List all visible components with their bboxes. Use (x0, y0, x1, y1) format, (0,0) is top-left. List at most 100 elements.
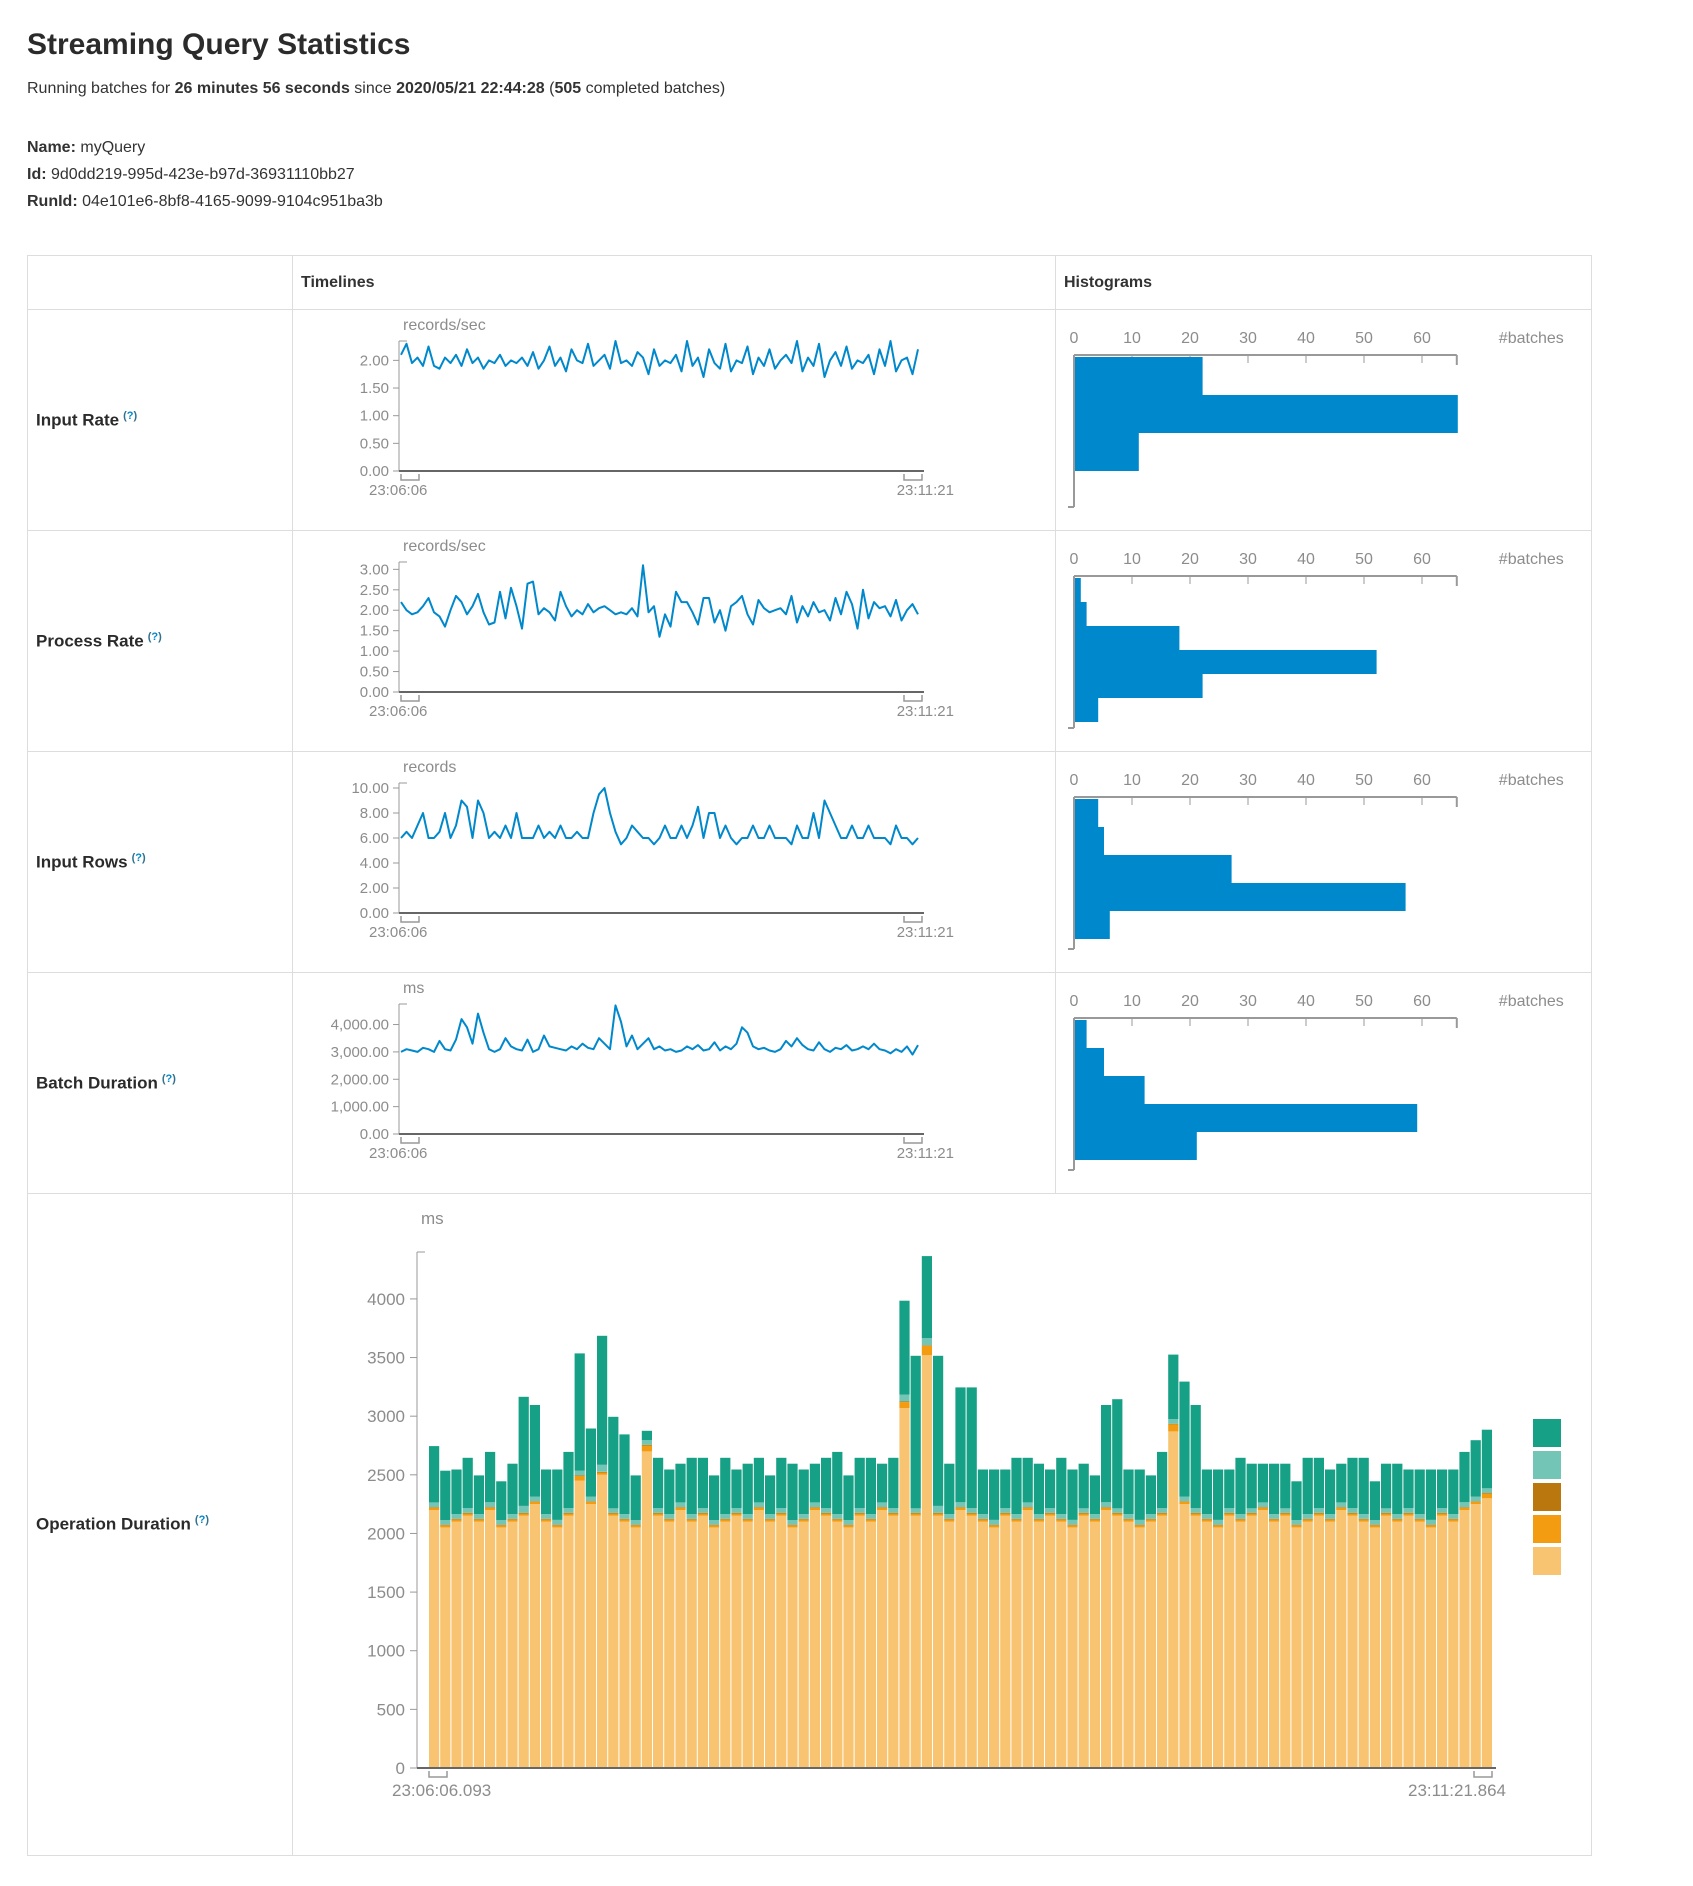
svg-text:#batches: #batches (1499, 551, 1564, 568)
batch-duration-timeline-chart[interactable]: ms0.001,000.002,000.003,000.004,000.0023… (299, 978, 959, 1183)
legend-swatch-tan (1533, 1547, 1561, 1575)
query-id-label: Id: (27, 166, 47, 183)
process-rate-timeline-chart[interactable]: records/sec0.000.501.001.502.002.503.002… (299, 536, 959, 741)
batch-duration-timeline-cell: ms0.001,000.002,000.003,000.004,000.0023… (293, 973, 1056, 1194)
svg-text:4.00: 4.00 (360, 855, 389, 872)
svg-text:3,000.00: 3,000.00 (331, 1044, 389, 1061)
svg-text:records: records (403, 759, 456, 776)
operation-duration-label: Operation Duration (36, 1515, 191, 1534)
svg-text:2.00: 2.00 (360, 352, 389, 369)
svg-text:ms: ms (403, 980, 424, 997)
svg-text:60: 60 (1413, 772, 1431, 789)
summary-batch-count: 505 (554, 80, 581, 97)
input-rows-histogram-chart[interactable]: 0102030405060#batches (1062, 757, 1586, 962)
svg-text:0.50: 0.50 (360, 664, 389, 681)
svg-text:1.50: 1.50 (360, 380, 389, 397)
histograms-column-header: Histograms (1056, 256, 1592, 310)
streaming-query-statistics-page: Streaming Query Statistics Running batch… (0, 0, 1693, 1886)
svg-text:ms: ms (421, 1209, 444, 1228)
svg-text:1.50: 1.50 (360, 623, 389, 640)
operation-duration-row: Operation Duration(?) ms0500100015002000… (28, 1194, 1592, 1856)
svg-text:50: 50 (1355, 330, 1373, 347)
svg-text:23:06:06: 23:06:06 (369, 482, 427, 499)
svg-text:20: 20 (1181, 330, 1199, 347)
svg-text:10.00: 10.00 (351, 780, 389, 797)
svg-text:23:11:21.864: 23:11:21.864 (1408, 1781, 1506, 1800)
svg-text:1.00: 1.00 (360, 408, 389, 425)
query-metadata: Name: myQuery Id: 9d0dd219-995d-423e-b97… (27, 134, 1666, 215)
svg-text:0: 0 (1070, 993, 1079, 1010)
process-rate-timeline-cell: records/sec0.000.501.001.502.002.503.002… (293, 531, 1056, 752)
process-rate-label-cell: Process Rate(?) (28, 531, 293, 752)
running-batches-summary: Running batches for 26 minutes 56 second… (27, 80, 1666, 98)
svg-text:#batches: #batches (1499, 772, 1564, 789)
statistics-table: Timelines Histograms Input Rate (?) recor… (27, 255, 1592, 1856)
input-rows-timeline-chart[interactable]: records0.002.004.006.008.0010.0023:06:06… (299, 757, 959, 962)
operation-duration-help-icon[interactable]: (?) (195, 1514, 209, 1526)
input-rate-help-icon[interactable]: (?) (123, 410, 137, 422)
svg-text:40: 40 (1297, 993, 1315, 1010)
operation-duration-label-cell: Operation Duration (?) (28, 1194, 293, 1856)
svg-text:40: 40 (1297, 772, 1315, 789)
svg-text:23:11:21: 23:11:21 (897, 703, 954, 720)
input-rate-row: Input Rate(?) records/sec0.000.501.001.5… (28, 310, 1592, 531)
process-rate-histogram-chart[interactable]: 0102030405060#batches (1062, 536, 1586, 741)
process-rate-row: Process Rate(?) records/sec0.000.501.001… (28, 531, 1592, 752)
summary-open-paren: ( (545, 80, 555, 97)
svg-text:50: 50 (1355, 993, 1373, 1010)
svg-text:1.00: 1.00 (360, 643, 389, 660)
svg-text:1,000.00: 1,000.00 (331, 1099, 389, 1116)
summary-timestamp: 2020/05/21 22:44:28 (396, 80, 545, 97)
input-rate-timeline-chart[interactable]: records/sec0.000.501.001.502.0023:06:062… (299, 315, 959, 520)
input-rate-histogram-chart[interactable]: 0102030405060#batches (1062, 315, 1586, 520)
svg-text:10: 10 (1123, 772, 1141, 789)
svg-text:60: 60 (1413, 551, 1431, 568)
input-rate-label: Input Rate (36, 410, 119, 429)
batch-duration-row: Batch Duration(?) ms 0.00 1,000.00 2,000.00… (28, 973, 1592, 1194)
process-rate-help-icon[interactable]: (?) (148, 631, 162, 643)
svg-text:#batches: #batches (1499, 330, 1564, 347)
svg-text:0.00: 0.00 (360, 1126, 389, 1143)
input-rows-row: Input Rows(?) records0.002.004.006.008.0… (28, 752, 1592, 973)
svg-text:0: 0 (396, 1759, 405, 1778)
svg-text:30: 30 (1239, 993, 1257, 1010)
query-id-row: Id: 9d0dd219-995d-423e-b97d-36931110bb27 (27, 161, 1666, 188)
svg-text:50: 50 (1355, 551, 1373, 568)
input-rate-timeline-cell: records/sec0.000.501.001.502.0023:06:062… (293, 310, 1056, 531)
svg-text:30: 30 (1239, 551, 1257, 568)
batch-duration-histogram-cell: 0102030405060#batches (1056, 973, 1592, 1194)
batch-duration-histogram-chart[interactable]: 0102030405060#batches (1062, 978, 1586, 1183)
svg-text:3000: 3000 (367, 1407, 405, 1426)
svg-text:1000: 1000 (367, 1642, 405, 1661)
svg-text:23:06:06: 23:06:06 (369, 924, 427, 941)
svg-text:4000: 4000 (367, 1290, 405, 1309)
svg-text:6.00: 6.00 (360, 830, 389, 847)
svg-text:2,000.00: 2,000.00 (331, 1071, 389, 1088)
process-rate-histogram-cell: 0102030405060#batches (1056, 531, 1592, 752)
svg-text:10: 10 (1123, 993, 1141, 1010)
svg-text:40: 40 (1297, 551, 1315, 568)
svg-text:23:06:06: 23:06:06 (369, 1145, 427, 1162)
svg-text:8.00: 8.00 (360, 805, 389, 822)
timelines-column-header: Timelines (293, 256, 1056, 310)
legend-swatch-orange (1533, 1515, 1561, 1543)
svg-text:20: 20 (1181, 993, 1199, 1010)
table-header-row: Timelines Histograms (28, 256, 1592, 310)
legend-swatch-teal (1533, 1419, 1561, 1447)
svg-text:60: 60 (1413, 993, 1431, 1010)
operation-duration-stacked-chart[interactable]: ms0500100015002000250030003500400023:06:… (299, 1202, 1589, 1842)
svg-text:10: 10 (1123, 551, 1141, 568)
input-rows-help-icon[interactable]: (?) (132, 852, 146, 864)
svg-text:23:11:21: 23:11:21 (897, 924, 954, 941)
svg-text:1500: 1500 (367, 1583, 405, 1602)
batch-duration-label-cell: Batch Duration(?) (28, 973, 293, 1194)
summary-prefix: Running batches for (27, 80, 175, 97)
query-name-label: Name: (27, 139, 76, 156)
svg-text:30: 30 (1239, 330, 1257, 347)
batch-duration-help-icon[interactable]: (?) (162, 1073, 176, 1085)
summary-suffix: completed batches) (581, 80, 725, 97)
svg-text:20: 20 (1181, 772, 1199, 789)
svg-text:2.00: 2.00 (360, 880, 389, 897)
svg-text:23:11:21: 23:11:21 (897, 482, 954, 499)
query-runid-label: RunId: (27, 193, 78, 210)
